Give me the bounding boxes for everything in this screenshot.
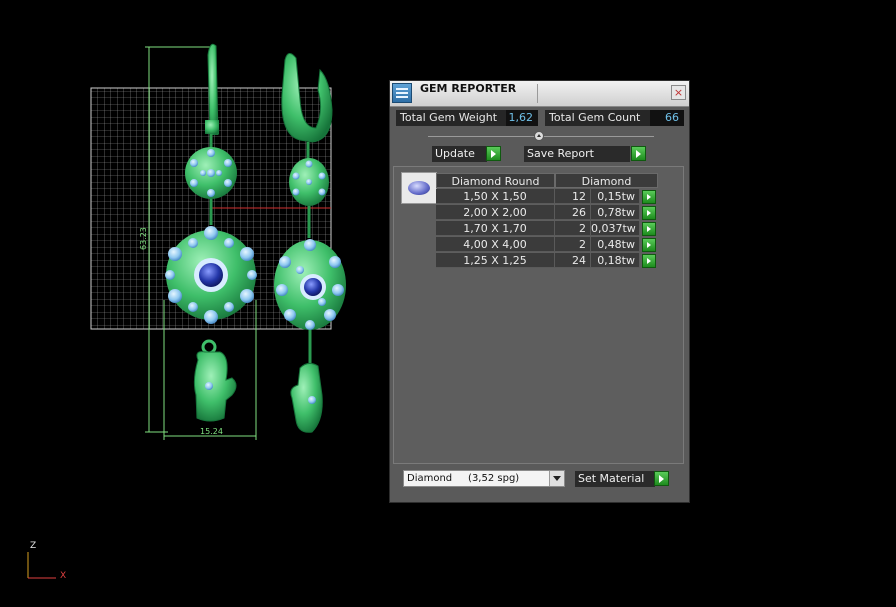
gem-material-header: Diamond bbox=[555, 173, 658, 188]
gem-count-cell: 2 bbox=[555, 221, 591, 236]
gem-count-cell: 12 bbox=[555, 189, 591, 204]
gem-count-cell: 24 bbox=[555, 253, 591, 268]
set-material-play-arrow-icon[interactable] bbox=[654, 471, 669, 486]
axis-x-label: X bbox=[60, 571, 67, 581]
row-play-arrow-icon[interactable] bbox=[642, 190, 656, 204]
dropdown-caret-icon[interactable] bbox=[549, 471, 564, 486]
panel-title: GEM REPORTER bbox=[420, 82, 517, 95]
app-icon bbox=[392, 83, 412, 103]
gem-weight-cell: 0,18tw bbox=[591, 253, 640, 268]
update-play-arrow-icon[interactable] bbox=[486, 146, 501, 161]
width-dimension-label: 15.24 bbox=[200, 427, 223, 436]
gem-reporter-panel: GEM REPORTER × Total Gem Weight 1,62 Tot… bbox=[389, 80, 690, 503]
panel-titlebar[interactable]: GEM REPORTER × bbox=[390, 81, 689, 107]
total-gem-count-value: 66 bbox=[650, 110, 684, 126]
total-gem-count-label: Total Gem Count bbox=[545, 110, 650, 126]
gem-shape-header: Diamond Round bbox=[436, 173, 555, 188]
height-dimension-label: 63.23 bbox=[139, 227, 148, 250]
row-play-arrow-icon[interactable] bbox=[642, 238, 656, 252]
round-gem-shape bbox=[408, 181, 430, 195]
update-button[interactable]: Update bbox=[432, 146, 487, 162]
gem-size-cell: 2,00 X 2,00 bbox=[436, 205, 555, 220]
gem-weight-cell: 0,15tw bbox=[591, 189, 640, 204]
gem-weight-cell: 0,037tw bbox=[591, 221, 640, 236]
row-play-arrow-icon[interactable] bbox=[642, 254, 656, 268]
axis-z-label: Z bbox=[30, 541, 37, 551]
gem-count-cell: 2 bbox=[555, 237, 591, 252]
axis-gizmo bbox=[27, 552, 56, 579]
material-dropdown[interactable]: Diamond (3,52 spg) bbox=[403, 470, 565, 487]
total-gem-weight-value: 1,62 bbox=[506, 110, 538, 126]
gem-count-cell: 26 bbox=[555, 205, 591, 220]
total-gem-weight-label: Total Gem Weight bbox=[396, 110, 506, 126]
gem-weight-cell: 0,78tw bbox=[591, 205, 640, 220]
row-play-arrow-icon[interactable] bbox=[642, 222, 656, 236]
gem-size-cell: 4,00 X 4,00 bbox=[436, 237, 555, 252]
titlebar-divider bbox=[537, 84, 538, 103]
row-play-arrow-icon[interactable] bbox=[642, 206, 656, 220]
close-icon[interactable]: × bbox=[671, 85, 686, 100]
gem-report-list: Diamond Round Diamond 1,50 X 1,50 12 0,15t… bbox=[393, 166, 684, 464]
panel-slider-handle[interactable] bbox=[534, 131, 544, 141]
gem-size-cell: 1,25 X 1,25 bbox=[436, 253, 555, 268]
save-report-play-arrow-icon[interactable] bbox=[631, 146, 646, 161]
gem-size-cell: 1,50 X 1,50 bbox=[436, 189, 555, 204]
gem-size-cell: 1,70 X 1,70 bbox=[436, 221, 555, 236]
gem-weight-cell: 0,48tw bbox=[591, 237, 640, 252]
save-report-button[interactable]: Save Report bbox=[524, 146, 630, 162]
material-dropdown-value: Diamond (3,52 spg) bbox=[407, 473, 520, 484]
gem-thumbnail-icon[interactable] bbox=[401, 172, 437, 204]
set-material-button[interactable]: Set Material bbox=[575, 471, 655, 487]
